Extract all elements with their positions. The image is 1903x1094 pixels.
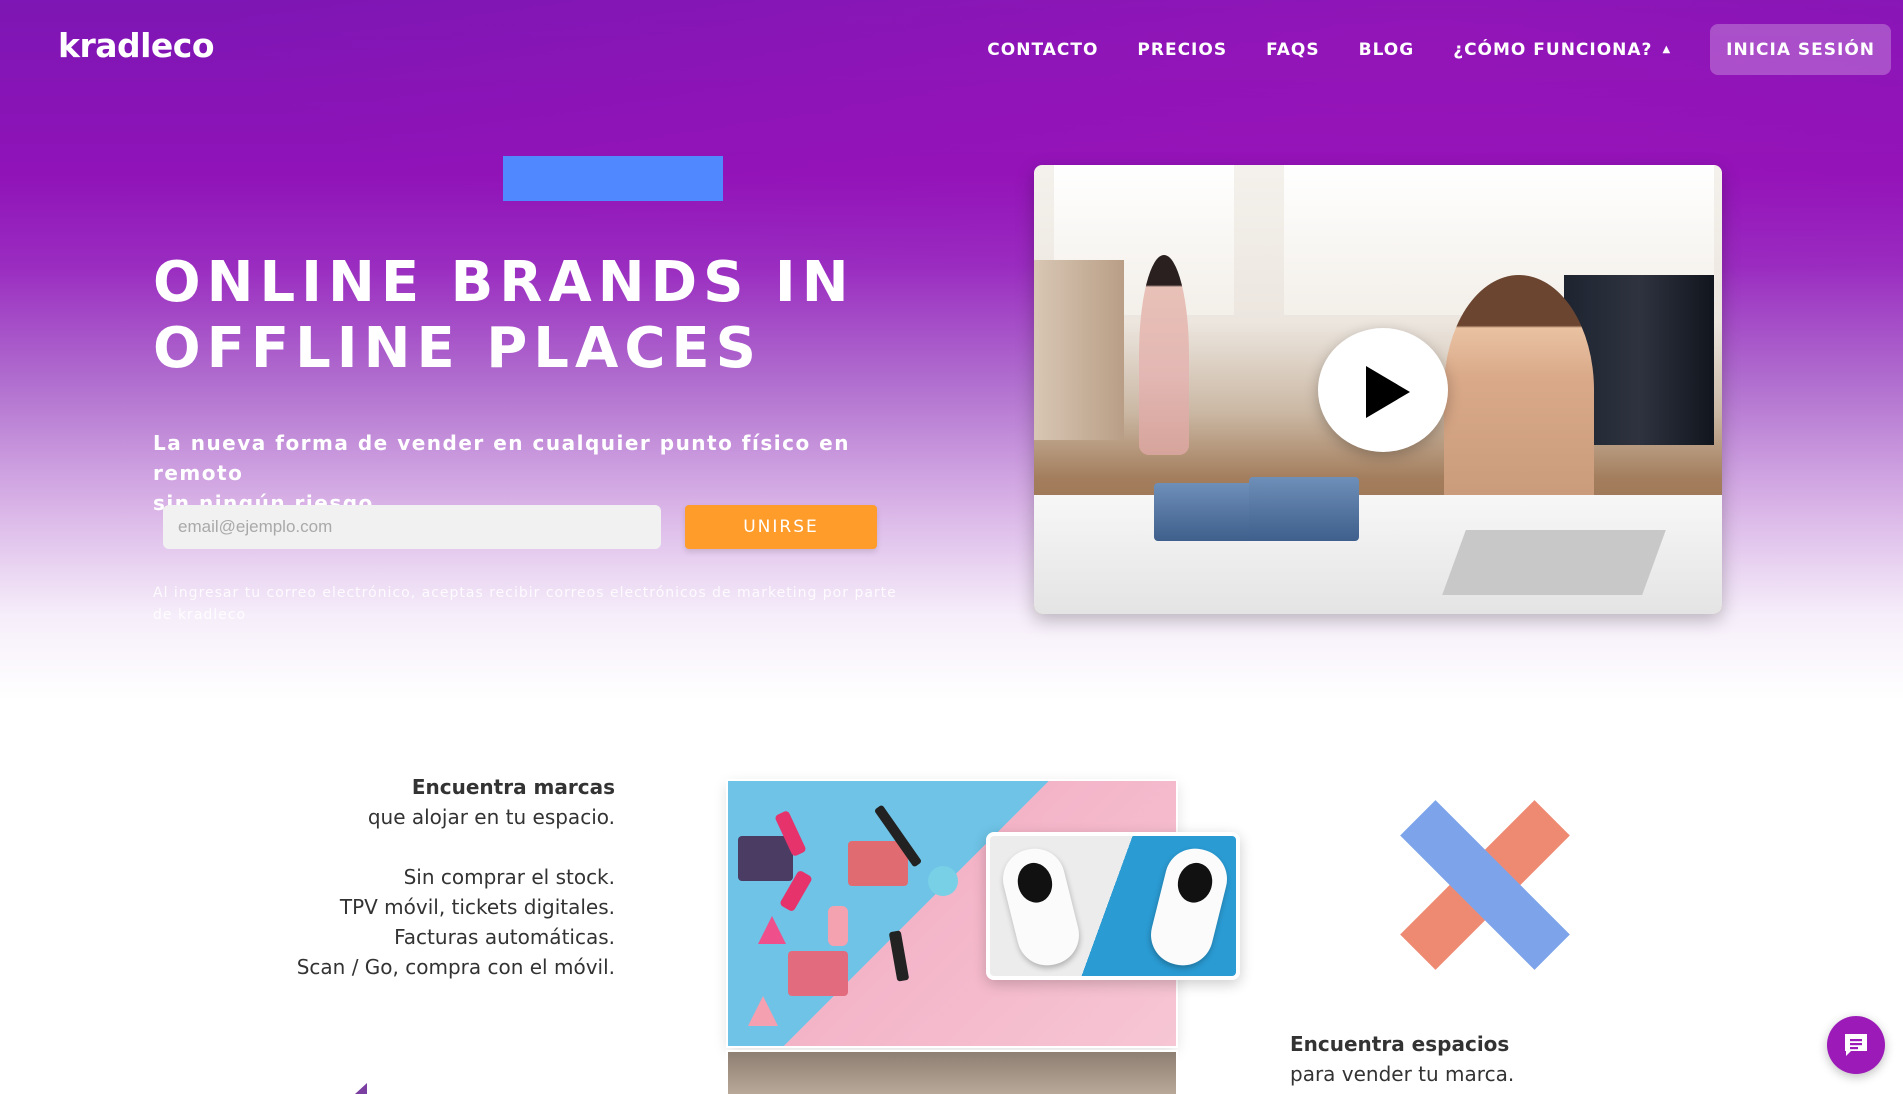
main-nav: CONTACTO PRECIOS FAQS BLOG ¿CÓMO FUNCION… (987, 24, 1891, 75)
email-input[interactable] (163, 505, 661, 549)
hero-subtitle-line-1: La nueva forma de vender en cualquier pu… (153, 431, 850, 485)
nav-precios[interactable]: PRECIOS (1137, 40, 1227, 60)
chat-button[interactable] (1827, 1016, 1885, 1074)
nav-como-funciona[interactable]: ¿CÓMO FUNCIONA? ▲ (1453, 40, 1671, 60)
hero-title-line-2: OFFLINE PLACES (153, 316, 762, 381)
sneaker (1144, 842, 1234, 972)
brand-logo[interactable]: kradleco (58, 26, 215, 65)
x-logo-icon (1400, 800, 1570, 970)
caret-up-icon: ▲ (1662, 44, 1672, 55)
features-brands-subheading: que alojar en tu espacio. (367, 805, 615, 829)
video-laptop (1442, 530, 1666, 595)
login-button[interactable]: INICIA SESIÓN (1710, 24, 1891, 75)
store-image (728, 1052, 1176, 1094)
features-brands-heading: Encuentra marcas (411, 775, 615, 799)
arrow-partial-icon (355, 1083, 367, 1094)
brush-head (928, 866, 958, 896)
nail-polish (888, 930, 910, 982)
play-icon (1366, 366, 1410, 418)
feature-item: TPV móvil, tickets digitales. (339, 895, 615, 919)
join-button[interactable]: UNIRSE (685, 505, 877, 549)
features-brands: Encuentra marcas que alojar en tu espaci… (250, 772, 615, 982)
blush-compact (848, 841, 908, 886)
video-person (1139, 255, 1189, 455)
features-spaces-subheading: para vender tu marca. (1290, 1062, 1515, 1086)
sponge (748, 996, 778, 1026)
disclaimer-line-2: de kradleco (153, 607, 247, 623)
features-spaces-heading: Encuentra espacios (1290, 1032, 1510, 1056)
hero-title-line-1: ONLINE BRANDS IN (153, 250, 855, 315)
sneaker (996, 842, 1086, 972)
video-jeans (1154, 483, 1264, 541)
sponge (758, 916, 786, 944)
feature-item: Scan / Go, compra con el móvil. (296, 955, 615, 979)
accent-bar (503, 156, 723, 201)
feature-item: Sin comprar el stock. (403, 865, 615, 889)
nav-blog[interactable]: BLOG (1359, 40, 1415, 60)
nail-polish (828, 906, 848, 946)
disclaimer-line-1: Al ingresar tu correo electrónico, acept… (153, 585, 897, 601)
nav-faqs[interactable]: FAQS (1266, 40, 1320, 60)
hero-video[interactable] (1034, 165, 1722, 614)
video-clothes-rack (1034, 260, 1124, 440)
nav-como-funciona-label: ¿CÓMO FUNCIONA? (1453, 39, 1653, 60)
chat-icon (1845, 1034, 1867, 1056)
nav-contacto[interactable]: CONTACTO (987, 40, 1098, 60)
feature-item: Facturas automáticas. (394, 925, 615, 949)
video-person (1444, 275, 1594, 505)
video-jeans (1249, 477, 1359, 541)
marketing-disclaimer: Al ingresar tu correo electrónico, acept… (153, 582, 953, 626)
play-button[interactable] (1318, 328, 1448, 452)
blush-compact (788, 951, 848, 996)
features-spaces: Encuentra espacios para vender tu marca. (1290, 1029, 1690, 1089)
hero-title: ONLINE BRANDS IN OFFLINE PLACES (153, 250, 913, 382)
eyeshadow-palette (738, 836, 793, 881)
sneakers-image (986, 832, 1240, 980)
